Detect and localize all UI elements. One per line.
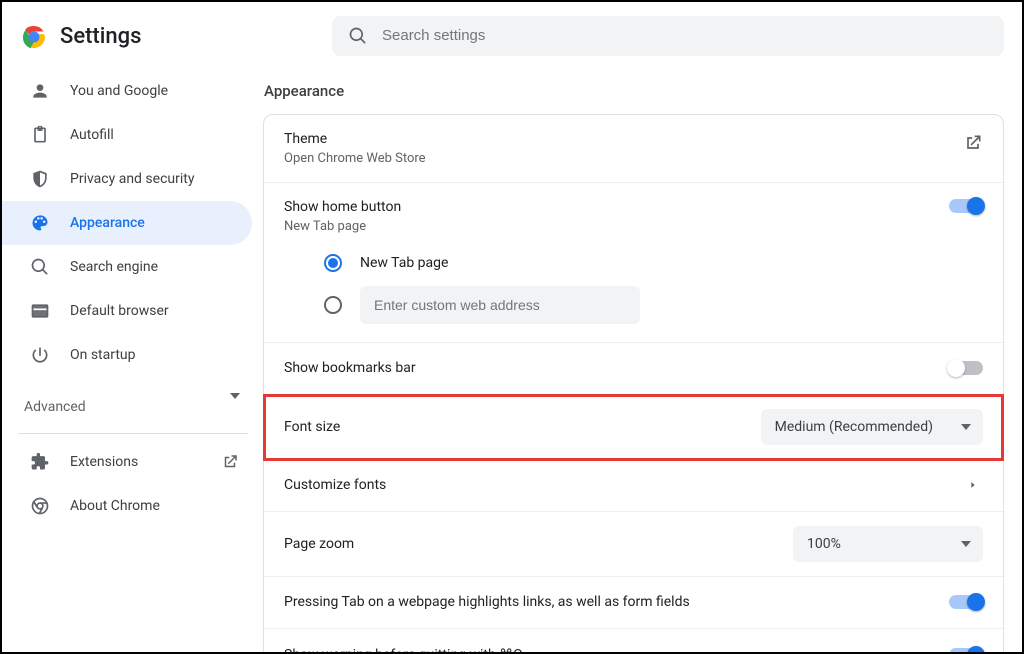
row-theme[interactable]: Theme Open Chrome Web Store bbox=[264, 115, 1003, 183]
sidebar-item-label: Privacy and security bbox=[70, 171, 240, 187]
row-title: Pressing Tab on a webpage highlights lin… bbox=[284, 594, 949, 610]
select-value: 100% bbox=[807, 536, 841, 552]
open-in-new-icon bbox=[220, 452, 240, 472]
settings-title: Settings bbox=[60, 24, 141, 49]
row-title: Theme bbox=[284, 131, 327, 147]
row-bookmarks-bar: Show bookmarks bar bbox=[264, 343, 1003, 395]
settings-search[interactable] bbox=[332, 16, 1004, 56]
toggle-bookmarks-bar[interactable] bbox=[949, 361, 983, 375]
row-font-size: Font size Medium (Recommended) bbox=[264, 395, 1003, 460]
sidebar-item-you-and-google[interactable]: You and Google bbox=[2, 69, 252, 113]
open-in-new-icon[interactable] bbox=[963, 133, 983, 153]
sidebar-item-label: On startup bbox=[70, 347, 240, 363]
palette-icon bbox=[30, 213, 50, 233]
chevron-down-icon bbox=[961, 424, 971, 430]
sidebar-item-label: Autofill bbox=[70, 127, 240, 143]
sidebar-item-label: Appearance bbox=[70, 215, 240, 231]
chrome-outline-icon bbox=[30, 496, 50, 516]
radio-new-tab-page[interactable]: New Tab page bbox=[324, 254, 640, 272]
select-value: Medium (Recommended) bbox=[775, 419, 933, 435]
chevron-right-icon bbox=[963, 475, 983, 495]
chevron-down-icon bbox=[961, 541, 971, 547]
browser-window-icon bbox=[30, 301, 50, 321]
main-panel: Appearance Theme Open Chrome Web Store S… bbox=[262, 2, 1022, 652]
sidebar-item-autofill[interactable]: Autofill bbox=[2, 113, 252, 157]
row-title: Show bookmarks bar bbox=[284, 360, 949, 376]
radio-custom-address[interactable] bbox=[324, 286, 640, 324]
sidebar-item-label: Search engine bbox=[70, 259, 240, 275]
search-icon bbox=[30, 257, 50, 277]
toggle-quit-warning[interactable] bbox=[949, 648, 983, 652]
sidebar-item-extensions[interactable]: Extensions bbox=[18, 440, 252, 484]
toggle-tab-highlights[interactable] bbox=[949, 595, 983, 609]
row-subtitle: New Tab page bbox=[284, 219, 949, 234]
appearance-card: Theme Open Chrome Web Store Show home bu… bbox=[263, 114, 1004, 652]
row-title: Page zoom bbox=[284, 536, 793, 552]
extensions-label: Extensions bbox=[70, 454, 138, 470]
row-title: Customize fonts bbox=[284, 477, 963, 493]
sidebar-item-privacy[interactable]: Privacy and security bbox=[2, 157, 252, 201]
section-title: Appearance bbox=[264, 82, 1012, 114]
sidebar-divider bbox=[18, 433, 248, 434]
settings-search-input[interactable] bbox=[382, 27, 988, 44]
row-title: Show warning before quitting with ⌘Q bbox=[284, 647, 949, 652]
clipboard-icon bbox=[30, 125, 50, 145]
row-tab-highlights: Pressing Tab on a webpage highlights lin… bbox=[264, 577, 1003, 629]
power-icon bbox=[30, 345, 50, 365]
sidebar-item-label: You and Google bbox=[70, 83, 240, 99]
row-subtitle: Open Chrome Web Store bbox=[284, 151, 426, 166]
sidebar-item-about-chrome[interactable]: About Chrome bbox=[18, 484, 252, 528]
custom-address-input[interactable] bbox=[360, 286, 640, 324]
home-button-options: New Tab page bbox=[284, 250, 640, 326]
chrome-logo-icon bbox=[22, 25, 46, 49]
row-quit-warning: Show warning before quitting with ⌘Q bbox=[264, 629, 1003, 652]
advanced-label: Advanced bbox=[24, 399, 86, 415]
chevron-down-icon bbox=[230, 399, 240, 415]
row-customize-fonts[interactable]: Customize fonts bbox=[264, 460, 1003, 512]
radio-label: New Tab page bbox=[360, 255, 448, 271]
primary-nav: You and Google Autofill Privacy and secu… bbox=[18, 69, 252, 377]
sidebar-advanced-toggle[interactable]: Advanced bbox=[18, 383, 252, 431]
row-home-button: Show home button New Tab page New Tab pa… bbox=[264, 183, 1003, 343]
sidebar-item-appearance[interactable]: Appearance bbox=[2, 201, 252, 245]
sidebar-item-label: Default browser bbox=[70, 303, 240, 319]
brand-row: Settings bbox=[18, 18, 252, 69]
search-icon bbox=[348, 26, 368, 46]
sidebar-item-on-startup[interactable]: On startup bbox=[2, 333, 252, 377]
radio-icon bbox=[324, 296, 342, 314]
settings-sidebar: Settings You and Google Autofill Privacy… bbox=[2, 2, 262, 652]
person-icon bbox=[30, 81, 50, 101]
extension-icon bbox=[30, 452, 50, 472]
sidebar-item-search-engine[interactable]: Search engine bbox=[2, 245, 252, 289]
about-label: About Chrome bbox=[70, 498, 160, 514]
row-page-zoom: Page zoom 100% bbox=[264, 512, 1003, 577]
radio-icon bbox=[324, 254, 342, 272]
font-size-select[interactable]: Medium (Recommended) bbox=[761, 409, 983, 445]
row-title: Show home button bbox=[284, 199, 949, 215]
shield-icon bbox=[30, 169, 50, 189]
page-zoom-select[interactable]: 100% bbox=[793, 526, 983, 562]
row-title: Font size bbox=[284, 419, 761, 435]
sidebar-item-default-browser[interactable]: Default browser bbox=[2, 289, 252, 333]
toggle-home-button[interactable] bbox=[949, 199, 983, 213]
